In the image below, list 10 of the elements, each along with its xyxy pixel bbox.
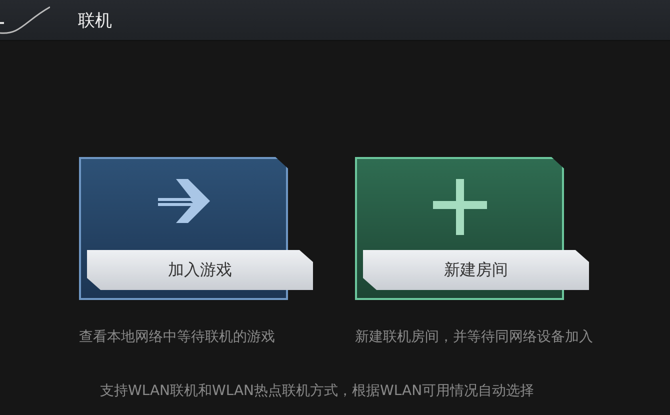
option-description: 新建联机房间，并等待同网络设备加入 [355, 328, 594, 346]
footer-note: 支持WLAN联机和WLAN热点联机方式，根据WLAN可用情况自动选择 [100, 382, 536, 400]
option-card[interactable]: 新建房间 [355, 157, 589, 300]
option-button[interactable]: 加入游戏 [87, 250, 313, 290]
page-title: 联机 [78, 10, 112, 32]
option-button[interactable]: 新建房间 [363, 250, 589, 290]
option-card[interactable]: 加入游戏 [79, 157, 313, 300]
arrow-icon [158, 179, 210, 223]
option-description: 查看本地网络中等待联机的游戏 [79, 328, 276, 346]
plus-icon [432, 179, 486, 235]
